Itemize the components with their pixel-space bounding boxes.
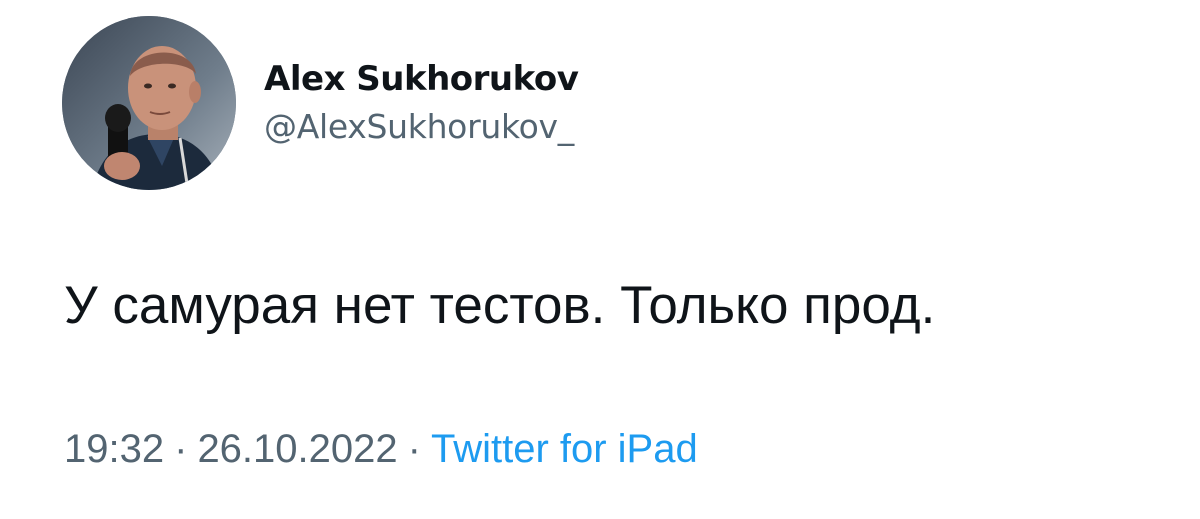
tweet-text: У самурая нет тестов. Только прод. bbox=[64, 276, 936, 335]
author-names: Alex Sukhorukov @AlexSukhorukov_ bbox=[264, 59, 579, 147]
tweet-source-link[interactable]: Twitter for iPad bbox=[431, 427, 698, 471]
meta-separator: · bbox=[407, 427, 421, 471]
tweet-time[interactable]: 19:32 bbox=[64, 427, 164, 471]
avatar[interactable] bbox=[62, 16, 236, 190]
avatar-photo-icon bbox=[62, 16, 236, 190]
tweet-meta: 19:32 · 26.10.2022 · Twitter for iPad bbox=[64, 424, 698, 474]
author-handle[interactable]: @AlexSukhorukov_ bbox=[264, 107, 578, 147]
tweet-date[interactable]: 26.10.2022 bbox=[197, 427, 397, 471]
tweet-header: Alex Sukhorukov @AlexSukhorukov_ bbox=[62, 16, 579, 190]
tweet-card: Alex Sukhorukov @AlexSukhorukov_ У самур… bbox=[0, 0, 1200, 519]
meta-separator: · bbox=[174, 427, 188, 471]
author-display-name[interactable]: Alex Sukhorukov bbox=[264, 59, 579, 99]
